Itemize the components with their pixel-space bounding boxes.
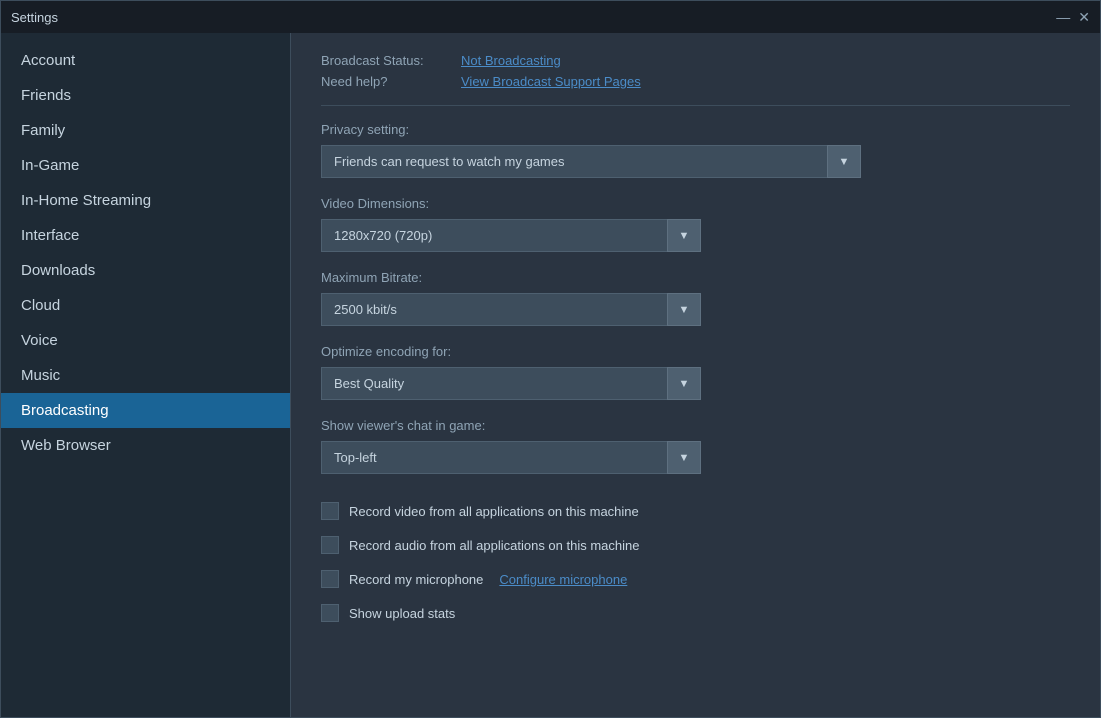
viewers-chat-dropdown-container: Top-left ▼	[321, 441, 701, 474]
divider-1	[321, 105, 1070, 106]
sidebar-item-web-browser[interactable]: Web Browser	[1, 428, 290, 463]
title-bar: Settings — ✕	[1, 1, 1100, 33]
sidebar-item-broadcasting[interactable]: Broadcasting	[1, 393, 290, 428]
max-bitrate-dropdown-container: 2500 kbit/s ▼	[321, 293, 701, 326]
sidebar-item-voice[interactable]: Voice	[1, 323, 290, 358]
window-controls: — ✕	[1056, 10, 1090, 24]
checkbox-record-video[interactable]	[321, 502, 339, 520]
sidebar-item-cloud[interactable]: Cloud	[1, 288, 290, 323]
content-area: Account Friends Family In-Game In-Home S…	[1, 33, 1100, 717]
checkbox-record-microphone-row: Record my microphone Configure microphon…	[321, 570, 1070, 588]
main-panel: Broadcast Status: Not Broadcasting Need …	[291, 33, 1100, 717]
sidebar-item-account[interactable]: Account	[1, 43, 290, 78]
max-bitrate-select[interactable]: 2500 kbit/s	[321, 293, 701, 326]
privacy-label: Privacy setting:	[321, 122, 1070, 137]
sidebar-item-downloads[interactable]: Downloads	[1, 253, 290, 288]
optimize-encoding-label: Optimize encoding for:	[321, 344, 1070, 359]
checkbox-record-microphone-label: Record my microphone	[349, 572, 483, 587]
checkbox-record-audio-label: Record audio from all applications on th…	[349, 538, 640, 553]
checkbox-record-video-label: Record video from all applications on th…	[349, 504, 639, 519]
need-help-label: Need help?	[321, 74, 461, 89]
sidebar-item-in-game[interactable]: In-Game	[1, 148, 290, 183]
configure-microphone-link[interactable]: Configure microphone	[499, 572, 627, 587]
sidebar-item-music[interactable]: Music	[1, 358, 290, 393]
minimize-button[interactable]: —	[1056, 10, 1070, 24]
viewers-chat-select[interactable]: Top-left	[321, 441, 701, 474]
need-help-row: Need help? View Broadcast Support Pages	[321, 74, 1070, 89]
sidebar-item-friends[interactable]: Friends	[1, 78, 290, 113]
optimize-encoding-dropdown-container: Best Quality ▼	[321, 367, 701, 400]
view-support-link[interactable]: View Broadcast Support Pages	[461, 74, 641, 89]
checkbox-record-microphone[interactable]	[321, 570, 339, 588]
sidebar-item-in-home-streaming[interactable]: In-Home Streaming	[1, 183, 290, 218]
checkbox-record-audio-row: Record audio from all applications on th…	[321, 536, 1070, 554]
max-bitrate-label: Maximum Bitrate:	[321, 270, 1070, 285]
sidebar-item-interface[interactable]: Interface	[1, 218, 290, 253]
broadcast-status-label: Broadcast Status:	[321, 53, 461, 68]
viewers-chat-label: Show viewer's chat in game:	[321, 418, 1070, 433]
sidebar: Account Friends Family In-Game In-Home S…	[1, 33, 291, 717]
checkbox-show-upload-stats-label: Show upload stats	[349, 606, 455, 621]
checkbox-record-audio[interactable]	[321, 536, 339, 554]
broadcast-status-row: Broadcast Status: Not Broadcasting	[321, 53, 1070, 68]
settings-window: Settings — ✕ Account Friends Family In-G…	[0, 0, 1101, 718]
checkbox-record-video-row: Record video from all applications on th…	[321, 502, 1070, 520]
video-dimensions-select[interactable]: 1280x720 (720p)	[321, 219, 701, 252]
checkbox-show-upload-stats[interactable]	[321, 604, 339, 622]
close-button[interactable]: ✕	[1078, 10, 1090, 24]
privacy-select[interactable]: Friends can request to watch my games	[321, 145, 861, 178]
optimize-encoding-select[interactable]: Best Quality	[321, 367, 701, 400]
privacy-dropdown-container: Friends can request to watch my games ▼	[321, 145, 861, 178]
checkbox-show-upload-stats-row: Show upload stats	[321, 604, 1070, 622]
window-title: Settings	[11, 10, 58, 25]
sidebar-item-family[interactable]: Family	[1, 113, 290, 148]
video-dimensions-label: Video Dimensions:	[321, 196, 1070, 211]
video-dimensions-dropdown-container: 1280x720 (720p) ▼	[321, 219, 701, 252]
not-broadcasting-link[interactable]: Not Broadcasting	[461, 53, 561, 68]
